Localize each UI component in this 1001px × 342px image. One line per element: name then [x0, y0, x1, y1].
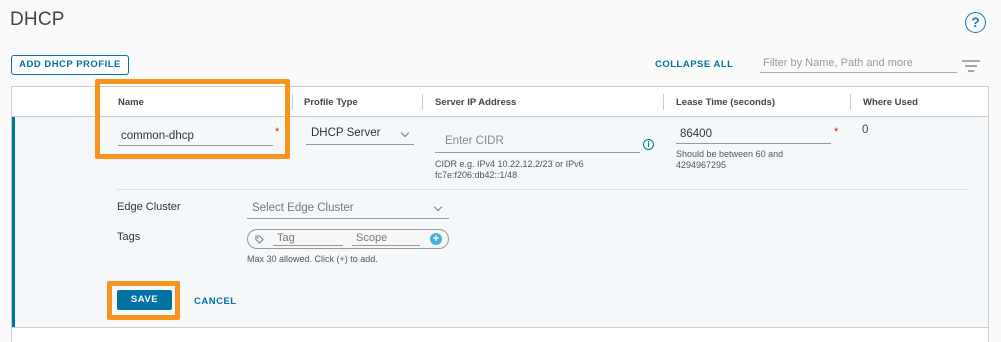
chevron-down-icon: [400, 128, 410, 138]
lease-time-helper: Should be between 60 and 4294967295: [676, 149, 784, 170]
column-separator[interactable]: [663, 94, 664, 110]
column-separator[interactable]: [422, 94, 423, 110]
required-marker: *: [834, 126, 839, 138]
tag-input[interactable]: Tag: [273, 232, 343, 246]
column-header-where-used[interactable]: Where Used: [863, 97, 918, 108]
save-button[interactable]: SAVE: [117, 290, 172, 310]
dhcp-profiles-grid: Name Profile Type Server IP Address Leas…: [11, 86, 989, 342]
column-header-lease-time[interactable]: Lease Time (seconds): [676, 97, 775, 108]
filter-input[interactable]: [760, 53, 957, 73]
page-title: DHCP: [10, 9, 65, 30]
lease-time-input[interactable]: [676, 124, 831, 144]
tags-helper: Max 30 allowed. Click (+) to add.: [247, 254, 378, 264]
help-icon[interactable]: ?: [965, 12, 986, 33]
edge-cluster-label: Edge Cluster: [117, 201, 181, 213]
collapse-all-button[interactable]: COLLAPSE ALL: [655, 59, 733, 70]
server-ip-helper: CIDR e.g. IPv4 10.22.12.2/23 or IPv6 fc7…: [435, 159, 584, 180]
grid-row: [12, 327, 988, 342]
column-separator[interactable]: [292, 94, 293, 110]
where-used-value: 0: [862, 124, 869, 136]
edge-cluster-placeholder: Select Edge Cluster: [252, 202, 354, 214]
profile-type-value: DHCP Server: [311, 127, 381, 139]
cancel-button[interactable]: CANCEL: [194, 296, 237, 307]
filter-icon[interactable]: [962, 60, 980, 72]
name-input[interactable]: [118, 126, 273, 146]
grid-header: Name Profile Type Server IP Address Leas…: [12, 87, 988, 117]
column-header-name[interactable]: Name: [118, 97, 144, 108]
dhcp-profile-edit-row: * DHCP Server i CIDR e.g. IPv4 10.22.12.…: [12, 117, 988, 327]
add-dhcp-profile-button[interactable]: ADD DHCP PROFILE: [11, 55, 129, 75]
column-header-server-ip[interactable]: Server IP Address: [435, 97, 516, 108]
tag-icon: [255, 235, 264, 244]
tags-input-group: Tag Scope +: [247, 229, 449, 249]
row-divider: [117, 189, 967, 190]
info-icon[interactable]: i: [643, 139, 654, 150]
scope-input[interactable]: Scope: [352, 232, 420, 246]
required-marker: *: [275, 126, 280, 138]
server-ip-input[interactable]: [435, 129, 640, 153]
chevron-down-icon: [433, 202, 443, 212]
column-separator[interactable]: [850, 94, 851, 110]
plus-icon[interactable]: +: [430, 233, 442, 245]
column-header-profile-type[interactable]: Profile Type: [304, 97, 358, 108]
tags-label: Tags: [117, 231, 141, 243]
edge-cluster-select[interactable]: Select Edge Cluster: [247, 202, 449, 219]
profile-type-select[interactable]: DHCP Server: [306, 127, 414, 145]
